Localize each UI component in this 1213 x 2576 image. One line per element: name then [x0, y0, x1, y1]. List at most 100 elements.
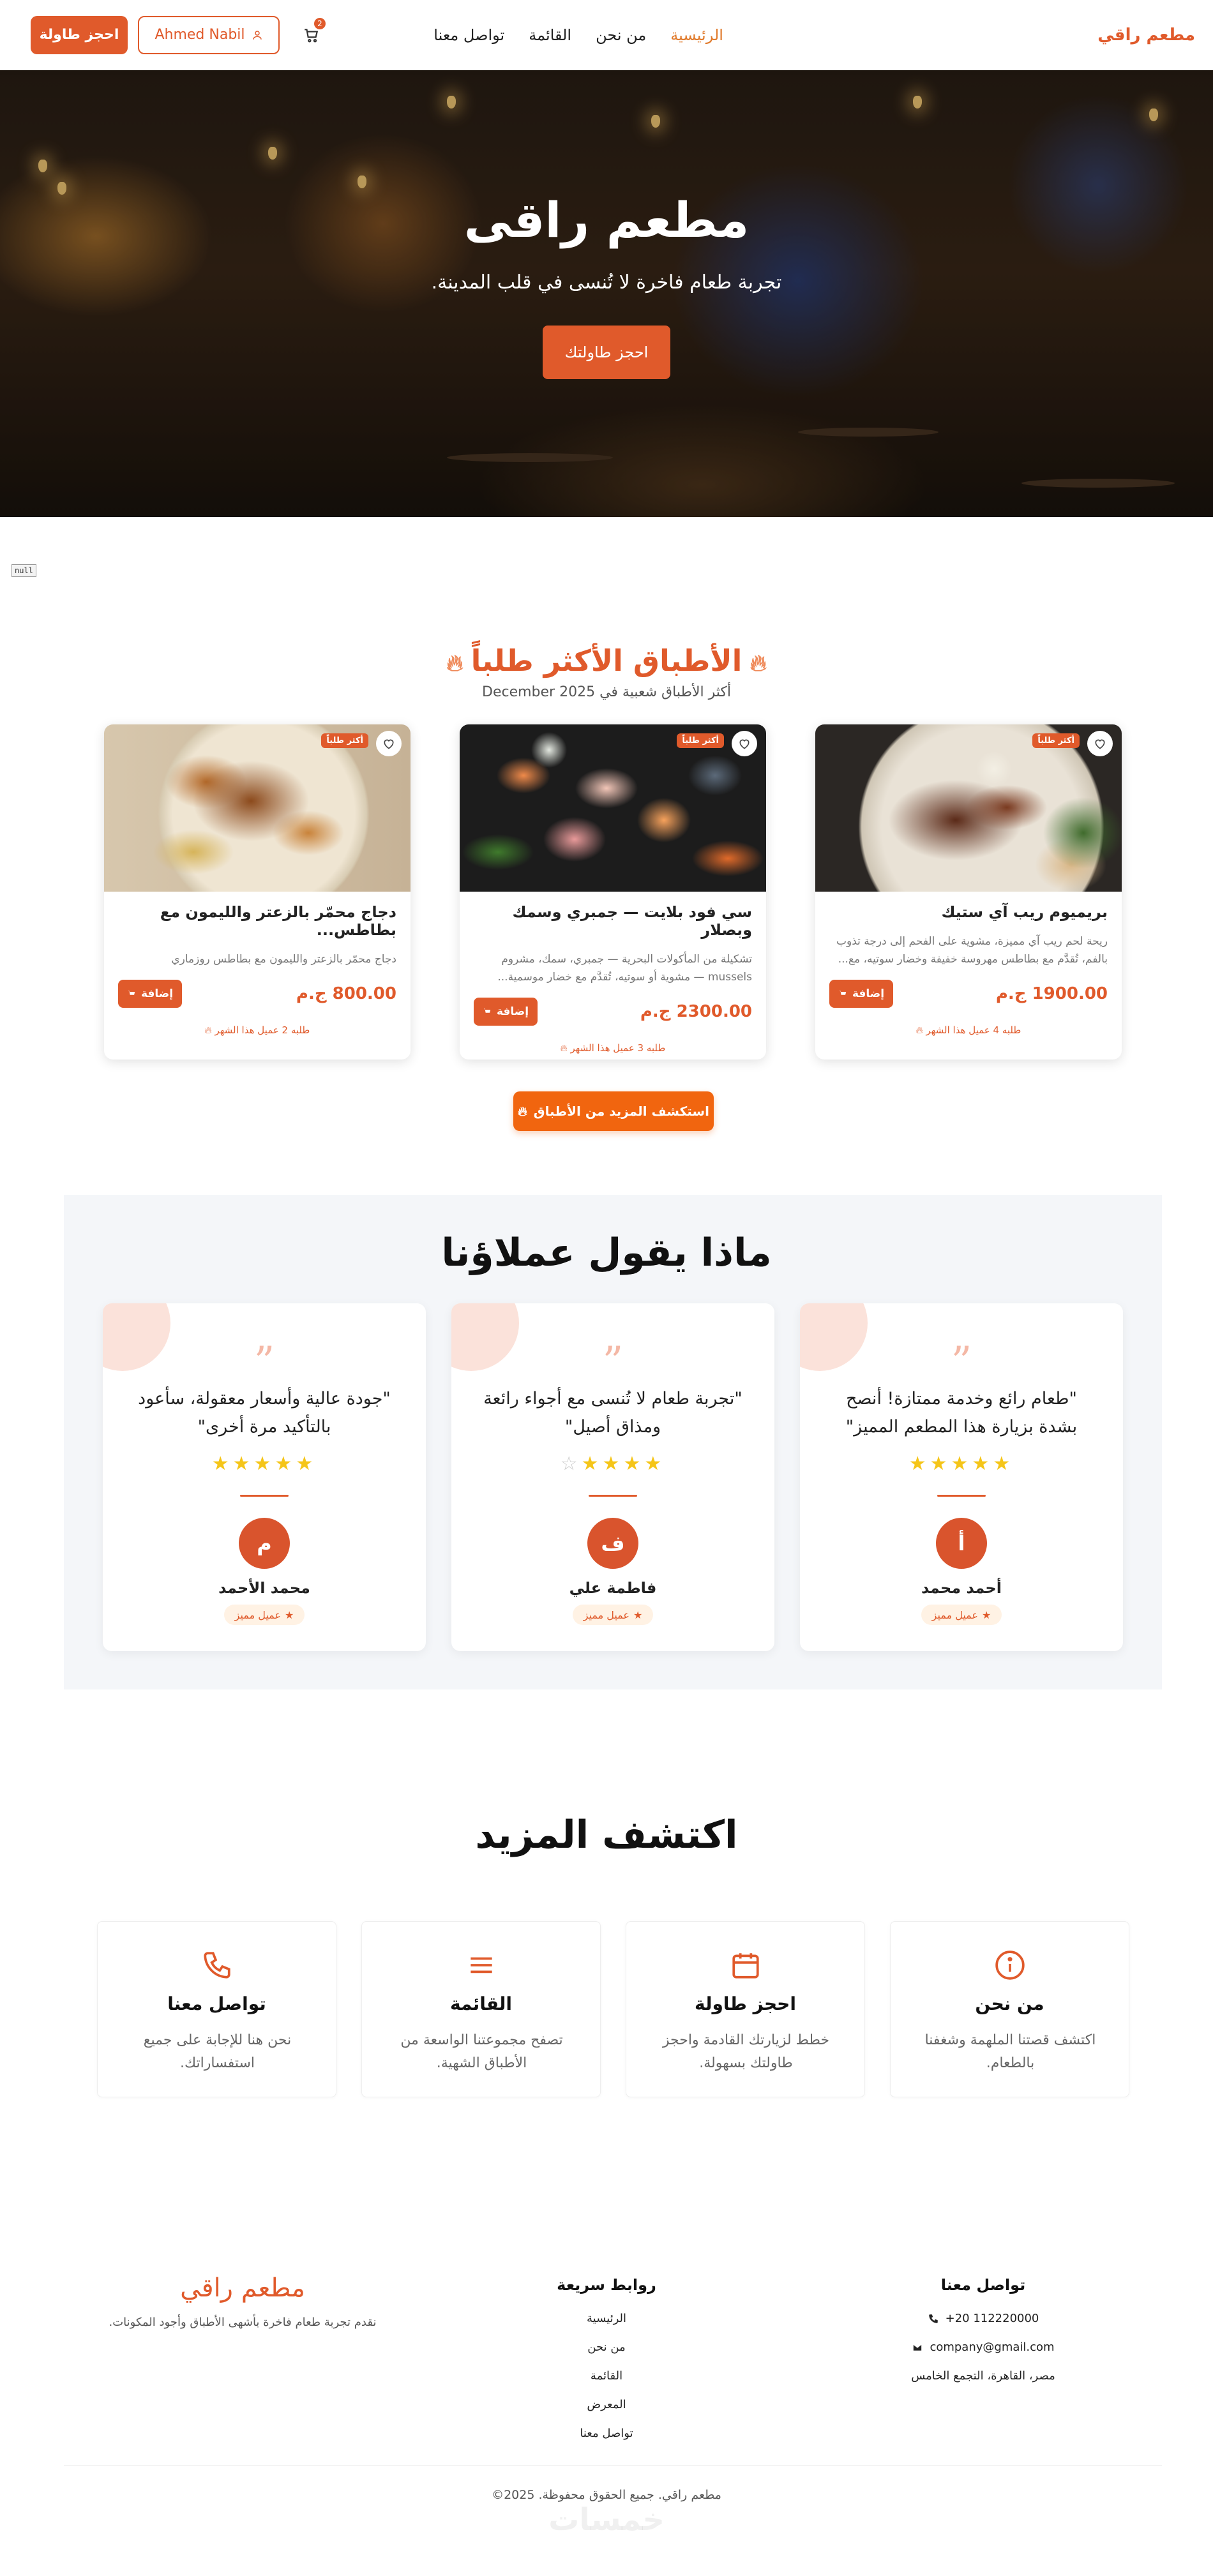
favorite-button[interactable] — [376, 731, 402, 756]
add-label: إضافة — [140, 987, 174, 1000]
nav-link-home[interactable]: الرئيسية — [670, 26, 723, 44]
hero-title: مطعم راقى — [463, 191, 750, 248]
hero-book-button[interactable]: احجز طاولتك — [543, 326, 670, 379]
navbar: احجز طاولة Ahmed Nabil 2 مطعم راقي الرئي… — [0, 0, 1213, 70]
footer-link-home[interactable]: الرئيسية — [524, 2304, 689, 2333]
badge-label: عميل مميز — [234, 1608, 281, 1621]
testimonial-card: ” "طعام رائع وخدمة ممتازة! أنصح بشدة بزي… — [800, 1303, 1123, 1651]
card-contact[interactable]: تواصل معنا نحن هنا للإجابة على جميع استف… — [97, 1921, 336, 2097]
card-book-table[interactable]: احجز طاولة خطط لزيارتك القادمة واحجز طاو… — [626, 1921, 865, 2097]
dish-card[interactable]: أكثر طلباً سي فود بلايت — جمبري وسمك وبص… — [460, 724, 766, 1060]
testimonial-text: "طعام رائع وخدمة ممتازة! أنصح بشدة بزيار… — [845, 1389, 1078, 1437]
footer-link-contact[interactable]: تواصل معنا — [524, 2419, 689, 2448]
add-to-cart-button[interactable]: إضافة — [474, 998, 538, 1026]
add-to-cart-button[interactable]: إضافة — [829, 980, 893, 1008]
star-icon: ★ — [633, 1608, 643, 1621]
dish-price: 800.00 ج.م — [296, 984, 396, 1003]
dish-orders: طلبه 3 عميل هذا الشهر 🔥︎ — [474, 1042, 752, 1054]
star-icon: ★ — [284, 1608, 294, 1621]
card-title: تواصل معنا — [167, 1993, 266, 2014]
avatar: أ — [936, 1518, 987, 1569]
favorite-button[interactable] — [1087, 731, 1113, 756]
explore-dishes-button[interactable]: استكشف المزيد من الأطباق 🔥︎ — [513, 1091, 714, 1131]
footer-link-menu[interactable]: القائمة — [524, 2362, 689, 2390]
dish-orders: طلبه 2 عميل هذا الشهر 🔥︎ — [118, 1024, 396, 1036]
card-description: خطط لزيارتك القادمة واحجز طاولتك بسهولة. — [662, 2032, 830, 2071]
rating-stars: ★★★★★ — [103, 1453, 426, 1475]
dish-card[interactable]: أكثر طلباً بريميوم ريب آي ستيك ريحة لحم … — [815, 724, 1122, 1060]
avatar: م — [239, 1518, 290, 1569]
popular-badge: أكثر طلباً — [321, 733, 368, 748]
footer-about: نقدم تجربة طعام فاخرة بأشهى الأطباق وأجو… — [109, 2316, 377, 2329]
star-icon: ★★★★★ — [211, 1453, 317, 1475]
footer-email[interactable]: company@gmail.com — [881, 2333, 1085, 2362]
dish-orders: طلبه 4 عميل هذا الشهر 🔥︎ — [829, 1024, 1108, 1036]
menu-icon — [462, 1946, 501, 1984]
book-table-button[interactable]: احجز طاولة — [31, 15, 128, 54]
flame-icon: 🔥︎ — [915, 1024, 923, 1036]
dish-image: أكثر طلباً — [104, 724, 411, 892]
customer-name: فاطمة علي — [569, 1579, 657, 1597]
footer-link-gallery[interactable]: المعرض — [524, 2390, 689, 2419]
card-title: القائمة — [449, 1993, 513, 2014]
flame-icon: 🔥︎ — [446, 650, 463, 677]
nav-link-contact[interactable]: تواصل معنا — [433, 26, 504, 44]
flame-icon: 🔥︎ — [204, 1024, 212, 1036]
badge-label: عميل مميز — [931, 1608, 978, 1621]
orders-text: طلبه 3 عميل هذا الشهر — [570, 1042, 666, 1054]
dish-name: بريميوم ريب آي ستيك — [941, 903, 1108, 921]
footer-copyright: مطعم راقي. جميع الحقوق محفوظة. 2025© — [492, 2488, 721, 2502]
user-icon — [252, 30, 262, 40]
phone-icon — [198, 1946, 236, 1984]
flame-icon: 🔥︎ — [750, 650, 767, 677]
card-about[interactable]: من نحن اكتشف قصتنا الملهمة وشغفنا بالطعا… — [890, 1921, 1129, 2097]
add-label: إضافة — [496, 1005, 529, 1018]
dish-image: أكثر طلباً — [815, 724, 1122, 892]
brand-logo[interactable]: مطعم راقي — [1097, 26, 1195, 45]
dish-card[interactable]: أكثر طلباً دجاج محمّر بالزعتر والليمون م… — [104, 724, 411, 1060]
popular-title-text: الأطباق الأكثر طلباً — [471, 643, 742, 678]
popular-subtitle: أكثر الأطباق شعبية في December 2025 — [482, 684, 731, 700]
premium-badge: ★ عميل مميز — [573, 1605, 653, 1625]
card-menu[interactable]: القائمة تصفح مجموعتنا الواسعة من الأطباق… — [361, 1921, 601, 2097]
card-title: احجز طاولة — [695, 1993, 796, 2014]
footer-link-about[interactable]: من نحن — [524, 2333, 689, 2362]
user-menu-button[interactable]: Ahmed Nabil — [138, 15, 280, 54]
flame-icon: 🔥︎ — [518, 1104, 527, 1119]
favorite-button[interactable] — [732, 731, 757, 756]
popular-title: 🔥︎ الأطباق الأكثر طلباً 🔥︎ — [0, 643, 1213, 678]
testimonial-text: "تجربة طعام لا تُنسى مع أجواء رائعة ومذا… — [483, 1389, 742, 1437]
footer-contact: تواصل معنا +20 112220000 company@gmail.c… — [881, 2276, 1085, 2390]
footer-phone[interactable]: +20 112220000 — [881, 2304, 1085, 2333]
nav-link-about[interactable]: من نحن — [596, 26, 646, 44]
email-text: company@gmail.com — [930, 2340, 1055, 2354]
footer-address: مصر، القاهرة، التجمع الخامس — [911, 2369, 1055, 2383]
hero-section: مطعم راقى تجربة طعام فاخرة لا تُنسى في ق… — [0, 70, 1213, 517]
footer-brand: مطعم راقي — [180, 2273, 305, 2303]
add-to-cart-button[interactable]: إضافة — [118, 980, 182, 1008]
testimonial-text: "جودة عالية وأسعار معقولة، سأعود بالتأكي… — [138, 1389, 391, 1437]
card-title: من نحن — [975, 1993, 1044, 2014]
add-label: إضافة — [852, 987, 885, 1000]
card-description: تصفح مجموعتنا الواسعة من الأطباق الشهية. — [400, 2032, 563, 2071]
star-empty-icon: ☆ — [560, 1453, 582, 1475]
premium-badge: ★ عميل مميز — [921, 1605, 1002, 1625]
quote-icon: ” — [253, 1338, 275, 1386]
calendar-icon — [727, 1946, 765, 1984]
popular-badge: أكثر طلباً — [1032, 733, 1080, 748]
heart-icon — [1095, 739, 1105, 749]
divider — [937, 1495, 986, 1497]
footer-divider — [64, 2465, 1162, 2466]
dish-price: 2300.00 ج.م — [640, 1002, 752, 1021]
avatar: ف — [587, 1518, 638, 1569]
dish-description: تشكيلة من المأكولات البحرية — جمبري، سمك… — [497, 953, 752, 984]
cart-button[interactable]: 2 — [295, 17, 327, 51]
customer-name: أحمد محمد — [921, 1579, 1002, 1597]
heart-icon — [739, 739, 750, 749]
rating-stars: ★★★★☆ — [451, 1453, 774, 1475]
customer-name: محمد الأحمد — [218, 1579, 310, 1597]
nav-link-menu[interactable]: القائمة — [529, 26, 571, 44]
dish-description: دجاج محمّر بالزعتر والليمون مع بطاطس روز… — [171, 953, 396, 966]
card-description: نحن هنا للإجابة على جميع استفساراتك. — [143, 2032, 292, 2071]
heart-icon — [384, 739, 394, 749]
